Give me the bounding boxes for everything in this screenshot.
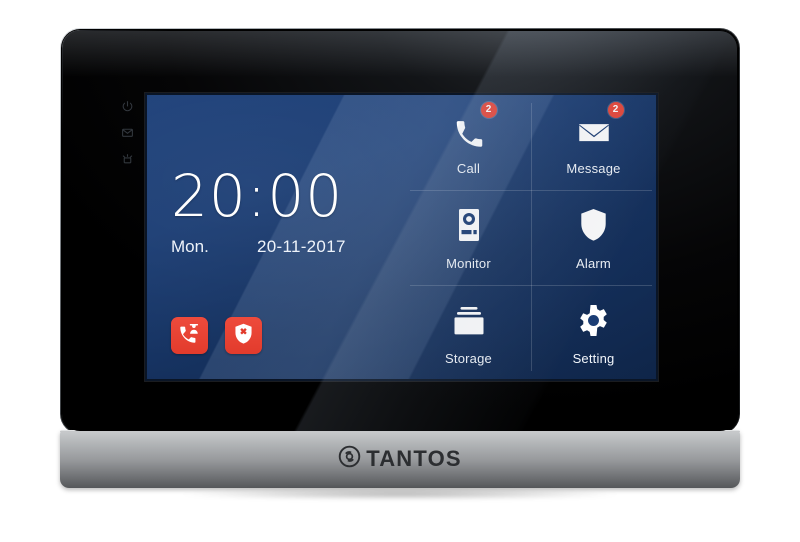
brand-logo: TANTOS — [338, 445, 462, 473]
device-base-bar: TANTOS — [60, 430, 740, 488]
brand-name: TANTOS — [366, 446, 462, 471]
menu-label-setting: Setting — [572, 350, 615, 366]
menu-item-call[interactable]: 2 Call — [406, 95, 531, 190]
clock-date-row: Mon. 20-11-2017 — [171, 237, 346, 257]
phone-guard-icon — [178, 322, 201, 350]
lcd-screen: 20:00 Mon. 20-11-2017 2 Call 2 Message M… — [147, 95, 656, 379]
shield-cross-icon — [232, 322, 255, 350]
siren-icon — [121, 152, 134, 165]
menu-icon-wrap: 2 — [454, 102, 497, 152]
menu-label-alarm: Alarm — [576, 255, 611, 271]
menu-label-monitor: Monitor — [446, 255, 491, 271]
device-drop-shadow — [92, 486, 708, 502]
clock-widget: 20:00 Mon. 20-11-2017 — [171, 167, 346, 257]
bezel-key-column — [114, 93, 140, 173]
bezel-key-power[interactable] — [114, 93, 140, 119]
call-badge: 2 — [480, 102, 497, 119]
menu-item-setting[interactable]: Setting — [531, 284, 656, 379]
menu-label-storage: Storage — [445, 350, 492, 366]
quick-action-bar — [171, 317, 262, 354]
door-station-icon — [457, 208, 481, 247]
device-front-glass: 20:00 Mon. 20-11-2017 2 Call 2 Message M… — [63, 31, 737, 431]
clock-date: 20-11-2017 — [257, 237, 346, 256]
menu-icon-wrap: 2 — [577, 102, 624, 152]
tantos-swirl-logo-icon — [338, 445, 361, 473]
clock-time: 20:00 — [171, 162, 344, 230]
storage-box-icon — [452, 306, 486, 342]
call-concierge-button[interactable] — [171, 317, 208, 354]
main-menu-grid: 2 Call 2 Message Monitor Alarm Storage S… — [406, 95, 656, 379]
menu-item-alarm[interactable]: Alarm — [531, 190, 656, 285]
bezel-key-message[interactable] — [114, 119, 140, 145]
message-badge: 2 — [607, 102, 624, 119]
menu-item-monitor[interactable]: Monitor — [406, 190, 531, 285]
phone-handset-icon: 2 — [454, 102, 497, 152]
disarm-alarm-button[interactable] — [225, 317, 262, 354]
power-icon — [121, 100, 134, 113]
menu-icon-wrap — [452, 298, 486, 342]
clock-weekday: Mon. — [171, 237, 209, 256]
glass-top-sheen — [63, 31, 737, 77]
menu-label-message: Message — [566, 161, 621, 177]
menu-item-message[interactable]: 2 Message — [531, 95, 656, 190]
menu-item-storage[interactable]: Storage — [406, 284, 531, 379]
menu-icon-wrap — [577, 298, 610, 342]
menu-icon-wrap — [579, 203, 608, 247]
screenshot-root: 20:00 Mon. 20-11-2017 2 Call 2 Message M… — [0, 0, 800, 542]
shield-icon — [579, 208, 608, 247]
envelope-icon — [121, 126, 134, 139]
gear-icon — [577, 304, 610, 342]
menu-label-call: Call — [456, 161, 481, 177]
menu-icon-wrap — [457, 203, 481, 247]
bezel-key-alarm[interactable] — [114, 145, 140, 171]
envelope-icon: 2 — [577, 102, 624, 152]
